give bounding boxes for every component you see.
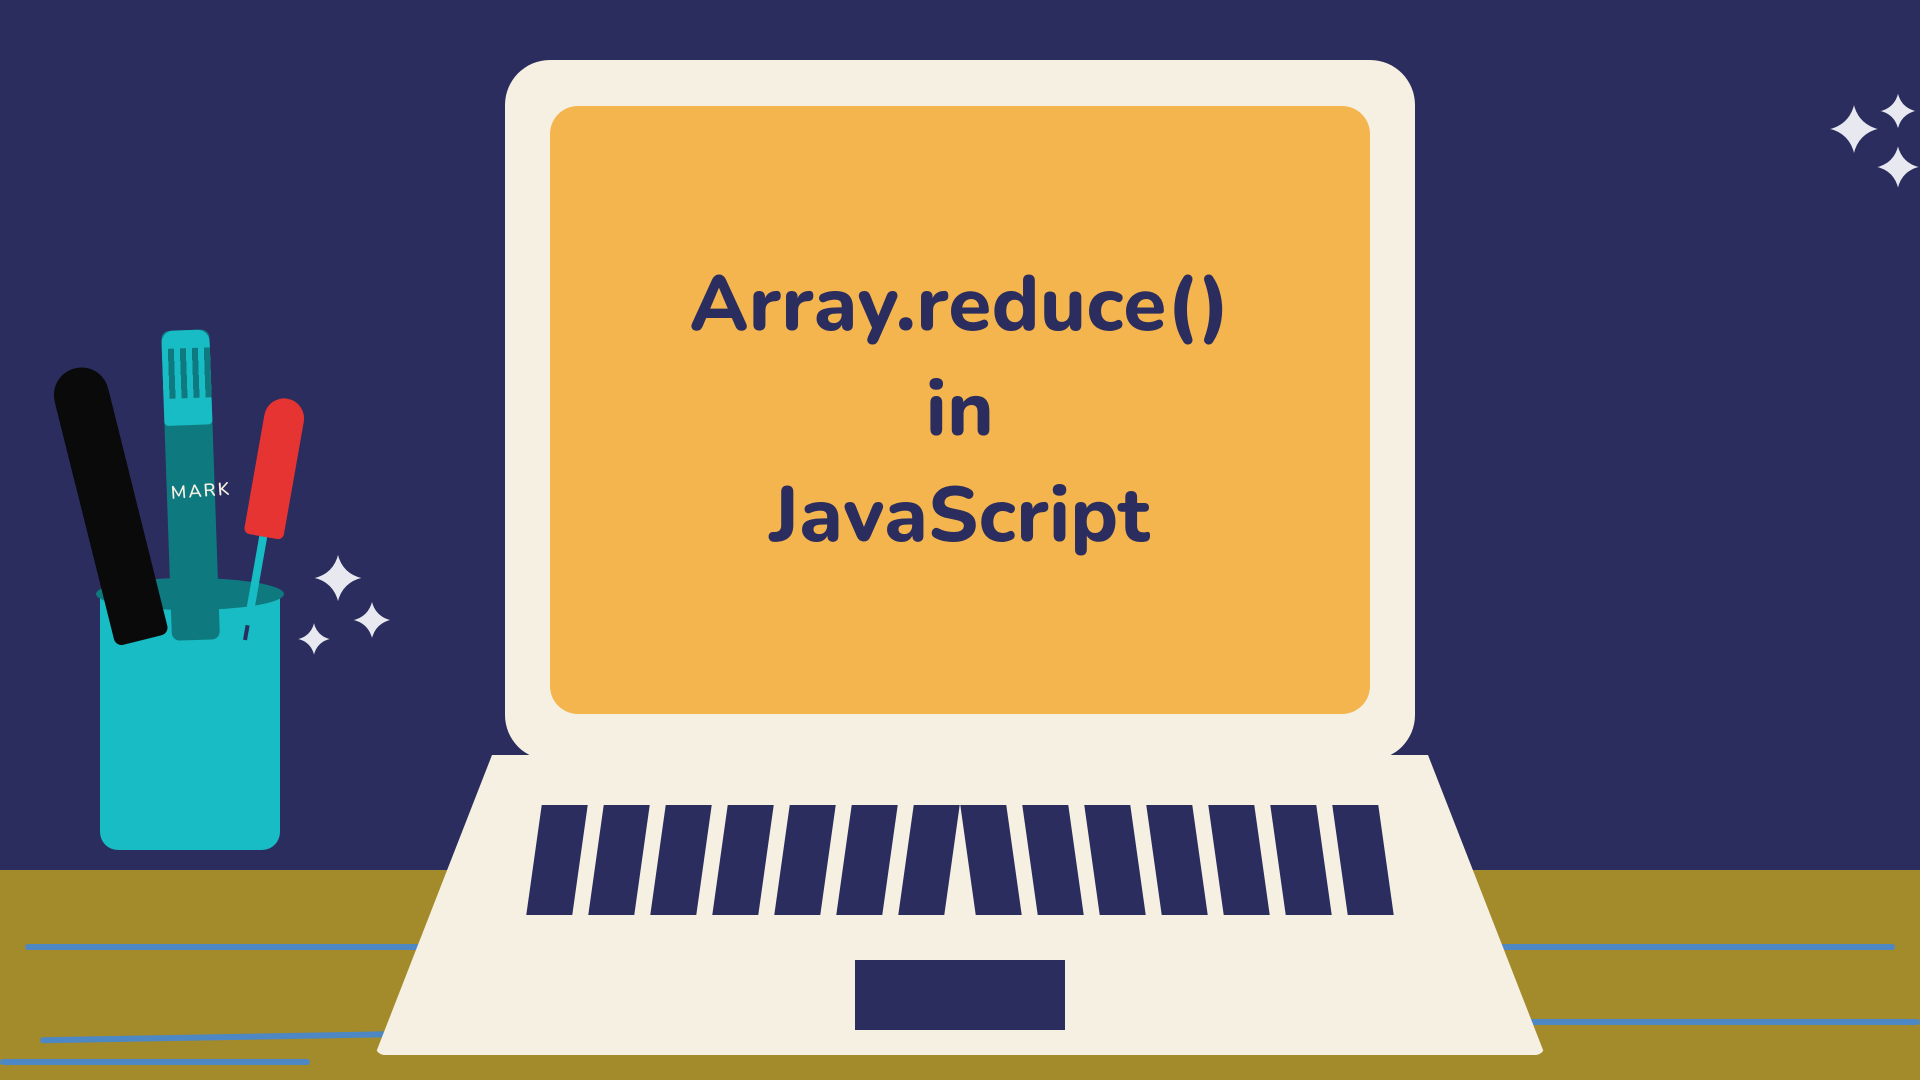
laptop-icon: Array.reduce() in JavaScript	[375, 60, 1545, 1055]
table-line	[40, 1031, 420, 1044]
key	[650, 805, 711, 915]
marker-label: MARK	[170, 478, 232, 506]
sparkle-icon	[1873, 142, 1920, 192]
title-line-2: in	[926, 356, 994, 463]
laptop-screen-bezel: Array.reduce() in JavaScript	[505, 60, 1415, 760]
key	[960, 805, 1021, 915]
sparkle-icon	[295, 620, 333, 658]
key	[898, 805, 959, 915]
laptop-base	[375, 755, 1545, 1055]
key	[1332, 805, 1393, 915]
key	[588, 805, 649, 915]
keyboard	[534, 805, 1386, 915]
pen-black-icon	[49, 367, 169, 647]
key	[712, 805, 773, 915]
pen-cup-group: MARK	[100, 590, 280, 850]
key	[1084, 805, 1145, 915]
title-line-3: JavaScript	[770, 462, 1150, 569]
key	[1146, 805, 1207, 915]
pen-red-icon	[225, 395, 307, 643]
title-line-1: Array.reduce()	[690, 251, 1231, 358]
key	[1208, 805, 1269, 915]
key	[526, 805, 587, 915]
sparkle-icon	[1877, 90, 1919, 132]
title-text: Array.reduce() in JavaScript	[690, 252, 1231, 568]
trackpad	[855, 960, 1065, 1030]
key	[836, 805, 897, 915]
key	[774, 805, 835, 915]
laptop-screen: Array.reduce() in JavaScript	[550, 106, 1370, 714]
key	[1022, 805, 1083, 915]
pen-teal-icon: MARK	[161, 329, 220, 640]
key	[1270, 805, 1331, 915]
table-line	[1490, 1019, 1920, 1025]
table-line	[0, 1059, 310, 1065]
